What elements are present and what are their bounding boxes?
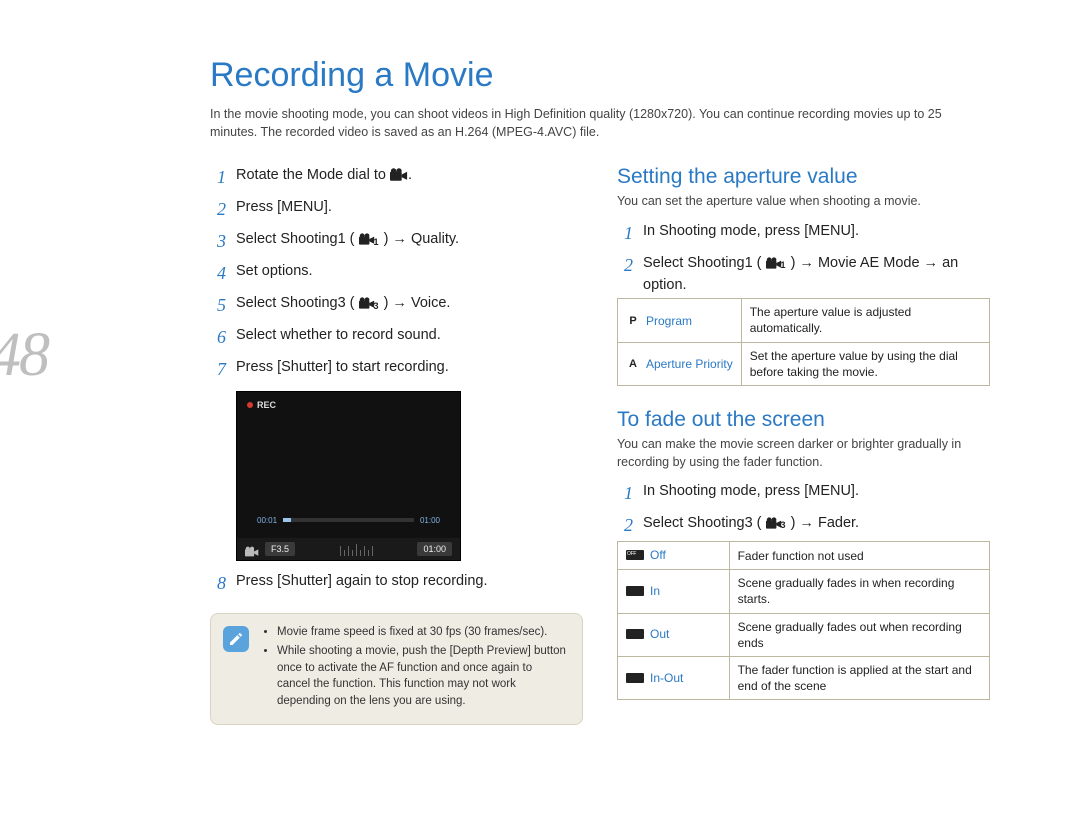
fader-options-table: Off Fader function not used In Scene gra… xyxy=(617,541,990,700)
progress-start: 00:01 xyxy=(257,516,277,525)
progress-bar: 00:01 01:00 xyxy=(257,514,440,526)
progress-end: 01:00 xyxy=(420,516,440,525)
fd-step-2-tail: ) → Fader. xyxy=(791,515,860,531)
shooting3-icon: 3 xyxy=(359,297,380,311)
step-3-text: Select Shooting1 ( xyxy=(236,231,355,247)
option-desc: The fader function is applied at the sta… xyxy=(729,657,989,700)
step-2-text: Press [MENU]. xyxy=(236,197,583,219)
aperture-options-table: P Program The aperture value is adjusted… xyxy=(617,298,990,386)
fader-section: To fade out the screen You can make the … xyxy=(617,408,990,700)
rec-dot-icon xyxy=(247,402,253,408)
movie-mode-icon xyxy=(390,168,408,181)
step-5-tail: ) → Voice. xyxy=(384,295,451,311)
preview-movie-icon xyxy=(245,546,259,557)
aperture-section: Setting the aperture value You can set t… xyxy=(617,165,990,386)
table-row: Off Fader function not used xyxy=(618,542,990,570)
time-chip: 01:00 xyxy=(417,542,452,556)
option-desc: Scene gradually fades in when recording … xyxy=(729,570,989,613)
note-box: Movie frame speed is fixed at 30 fps (30… xyxy=(210,613,583,724)
shooting3-icon: 3 xyxy=(766,516,787,530)
table-row: A Aperture Priority Set the aperture val… xyxy=(618,342,990,385)
progress-track xyxy=(283,518,414,522)
fader-heading: To fade out the screen xyxy=(617,408,990,432)
step-4-text: Set options. xyxy=(236,261,583,283)
table-row: Out Scene gradually fades out when recor… xyxy=(618,613,990,656)
aperture-desc: You can set the aperture value when shoo… xyxy=(617,193,990,211)
option-label: Out xyxy=(650,626,669,642)
table-row: In Scene gradually fades in when recordi… xyxy=(618,570,990,613)
fader-in-icon xyxy=(626,586,644,596)
table-row: P Program The aperture value is adjusted… xyxy=(618,299,990,342)
fader-desc: You can make the movie screen darker or … xyxy=(617,436,990,471)
mode-letter-a-icon: A xyxy=(626,357,640,372)
option-label: Program xyxy=(646,313,692,329)
option-desc: The aperture value is adjusted automatic… xyxy=(741,299,989,342)
aperture-heading: Setting the aperture value xyxy=(617,165,990,189)
fd-step-1: In Shooting mode, press [MENU]. xyxy=(643,481,990,503)
note-icon xyxy=(223,626,249,652)
mode-letter-p-icon: P xyxy=(626,314,640,329)
main-steps: 1 Rotate the Mode dial to . 2Press [MENU… xyxy=(210,165,583,383)
note-bullet-1: Movie frame speed is fixed at 30 fps (30… xyxy=(277,624,568,641)
ap-step-2: Select Shooting1 ( xyxy=(643,255,762,271)
rec-label: REC xyxy=(257,400,276,410)
option-desc: Scene gradually fades out when recording… xyxy=(729,613,989,656)
option-desc: Set the aperture value by using the dial… xyxy=(741,342,989,385)
left-column: 1 Rotate the Mode dial to . 2Press [MENU… xyxy=(210,165,583,724)
page-number: 48 xyxy=(0,320,48,391)
option-label: In xyxy=(650,583,660,599)
ap-step-1: In Shooting mode, press [MENU]. xyxy=(643,221,990,243)
shooting1-icon: 1 xyxy=(359,233,380,247)
page-title: Recording a Movie xyxy=(210,56,990,95)
fader-out-icon xyxy=(626,629,644,639)
fd-step-2: Select Shooting3 ( xyxy=(643,515,762,531)
camera-screen-preview: REC 00:01 01:00 F3.5 01:00 xyxy=(236,391,461,561)
step-6-text: Select whether to record sound. xyxy=(236,325,583,347)
aperture-chip: F3.5 xyxy=(265,542,295,556)
right-column: Setting the aperture value You can set t… xyxy=(617,165,990,700)
fader-inout-icon xyxy=(626,673,644,683)
step-3-tail: ) → Quality. xyxy=(384,231,459,247)
option-label: In-Out xyxy=(650,670,683,686)
option-label: Off xyxy=(650,547,666,563)
step-7-text: Press [Shutter] to start recording. xyxy=(236,357,583,379)
table-row: In-Out The fader function is applied at … xyxy=(618,657,990,700)
fader-off-icon xyxy=(626,550,644,560)
preview-bottom-bar: F3.5 01:00 xyxy=(237,538,460,560)
note-bullet-2: While shooting a movie, push the [Depth … xyxy=(277,643,568,710)
option-label: Aperture Priority xyxy=(646,356,733,372)
intro-paragraph: In the movie shooting mode, you can shoo… xyxy=(210,105,980,141)
shooting1-icon: 1 xyxy=(766,256,787,270)
step-5-text: Select Shooting3 ( xyxy=(236,295,355,311)
exposure-scale xyxy=(301,542,411,556)
rec-indicator: REC xyxy=(247,400,276,410)
step-1-text: Rotate the Mode dial to xyxy=(236,167,386,183)
option-desc: Fader function not used xyxy=(729,542,989,570)
step-8-text: Press [Shutter] again to stop recording. xyxy=(236,571,583,593)
